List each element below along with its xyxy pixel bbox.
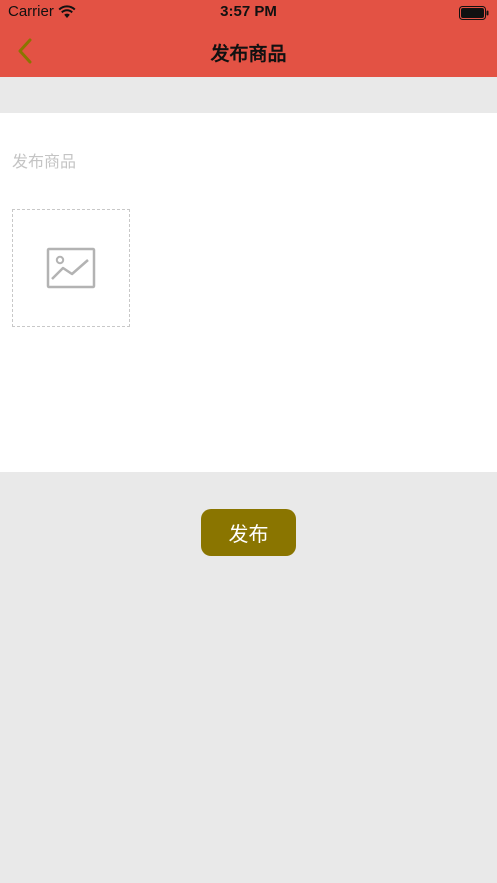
product-form	[0, 113, 497, 472]
publish-button[interactable]: 发布	[201, 509, 296, 556]
image-placeholder-icon	[46, 247, 96, 289]
page-title: 发布商品	[210, 43, 287, 65]
product-title-input[interactable]	[12, 148, 482, 174]
status-time: 3:57 PM	[220, 3, 277, 20]
navigation-bar: 发布商品	[0, 26, 497, 77]
battery-icon	[459, 5, 489, 24]
status-bar: Carrier 3:57 PM	[0, 0, 497, 26]
add-image-button[interactable]	[12, 209, 130, 327]
